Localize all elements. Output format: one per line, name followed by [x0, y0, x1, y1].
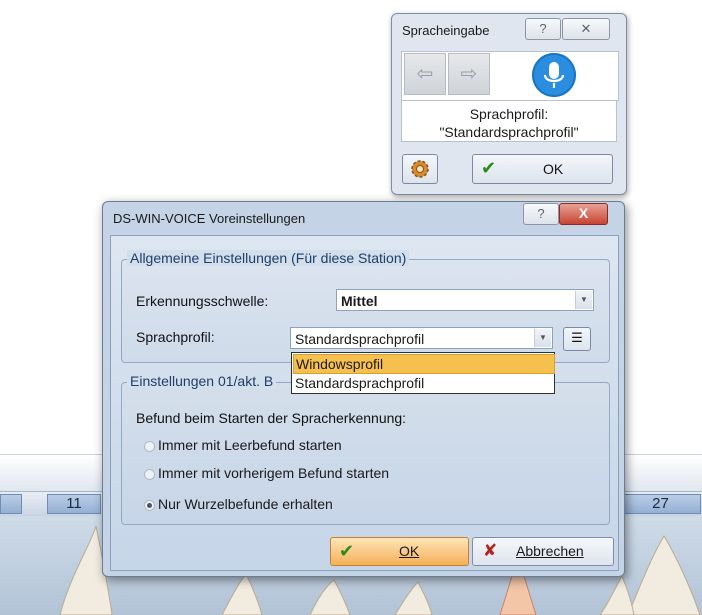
- profile-option-standardsprachprofil[interactable]: Standardsprachprofil: [293, 374, 553, 392]
- radio-leerbefund[interactable]: [144, 441, 155, 452]
- radio-vorheriger-befund-label[interactable]: Immer mit vorherigem Befund starten: [158, 465, 389, 481]
- radio-leerbefund-label[interactable]: Immer mit Leerbefund starten: [158, 437, 342, 453]
- help-icon[interactable]: ?: [525, 18, 561, 40]
- checkmark-icon: ✔: [481, 158, 497, 178]
- chevron-down-icon[interactable]: ▼: [534, 329, 551, 347]
- threshold-value: Mittel: [341, 293, 378, 309]
- settings-button[interactable]: [402, 154, 438, 184]
- threshold-label: Erkennungsschwelle:: [136, 293, 269, 309]
- profile-list-icon[interactable]: ☰: [563, 327, 591, 351]
- chevron-down-icon[interactable]: ▼: [575, 291, 592, 309]
- dialog-close-button[interactable]: X: [559, 203, 608, 225]
- arrow-left-icon[interactable]: ⇦: [404, 53, 446, 95]
- cancel-x-icon: ✘: [483, 541, 498, 560]
- startup-prompt: Befund beim Starten der Spracherkennung:: [136, 410, 407, 426]
- arrow-right-icon[interactable]: ⇨: [448, 53, 490, 95]
- checkmark-icon: ✔: [339, 541, 355, 561]
- profile-label: Sprachprofil:: [136, 329, 215, 345]
- profile-option-windowsprofil[interactable]: Windowsprofil: [293, 354, 555, 374]
- general-settings-legend: Allgemeine Einstellungen (Für diese Stat…: [127, 250, 410, 266]
- threshold-select[interactable]: Mittel ▼: [336, 289, 594, 311]
- voice-ok-label: OK: [543, 161, 564, 177]
- station-settings-legend: Einstellungen 01/akt. B: [127, 373, 277, 389]
- tooth-number-27[interactable]: 27: [620, 494, 701, 514]
- close-icon[interactable]: ✕: [562, 18, 610, 40]
- microphone-icon[interactable]: [532, 53, 576, 97]
- voice-window-title: Spracheingabe: [402, 23, 490, 38]
- radio-wurzelbefunde-label[interactable]: Nur Wurzelbefunde erhalten: [158, 496, 333, 512]
- profile-dropdown-list: Windowsprofil Standardsprachprofil: [291, 352, 555, 394]
- dialog-help-icon[interactable]: ?: [523, 203, 559, 225]
- cancel-button[interactable]: ✘ Abbrechen: [472, 537, 614, 566]
- profile-value: Standardsprachprofil: [295, 331, 425, 347]
- voice-profile-display: Sprachprofil: "Standardsprachprofil": [401, 100, 617, 142]
- radio-wurzelbefunde[interactable]: [144, 500, 155, 511]
- profile-select[interactable]: Standardsprachprofil ▼: [290, 327, 553, 349]
- voice-profile-value: "Standardsprachprofil": [439, 124, 579, 140]
- voice-profile-label: Sprachprofil:: [469, 106, 549, 122]
- voice-ok-button[interactable]: ✔ OK: [472, 154, 613, 184]
- ok-label: OK: [399, 543, 420, 559]
- ok-button[interactable]: ✔ OK: [330, 537, 469, 566]
- cancel-label: Abbrechen: [516, 543, 584, 559]
- dialog-title: DS-WIN-VOICE Voreinstellungen: [113, 211, 306, 226]
- tooth-number-11[interactable]: 11: [47, 494, 101, 514]
- radio-vorheriger-befund[interactable]: [144, 469, 155, 480]
- tooth-cell: [0, 494, 22, 514]
